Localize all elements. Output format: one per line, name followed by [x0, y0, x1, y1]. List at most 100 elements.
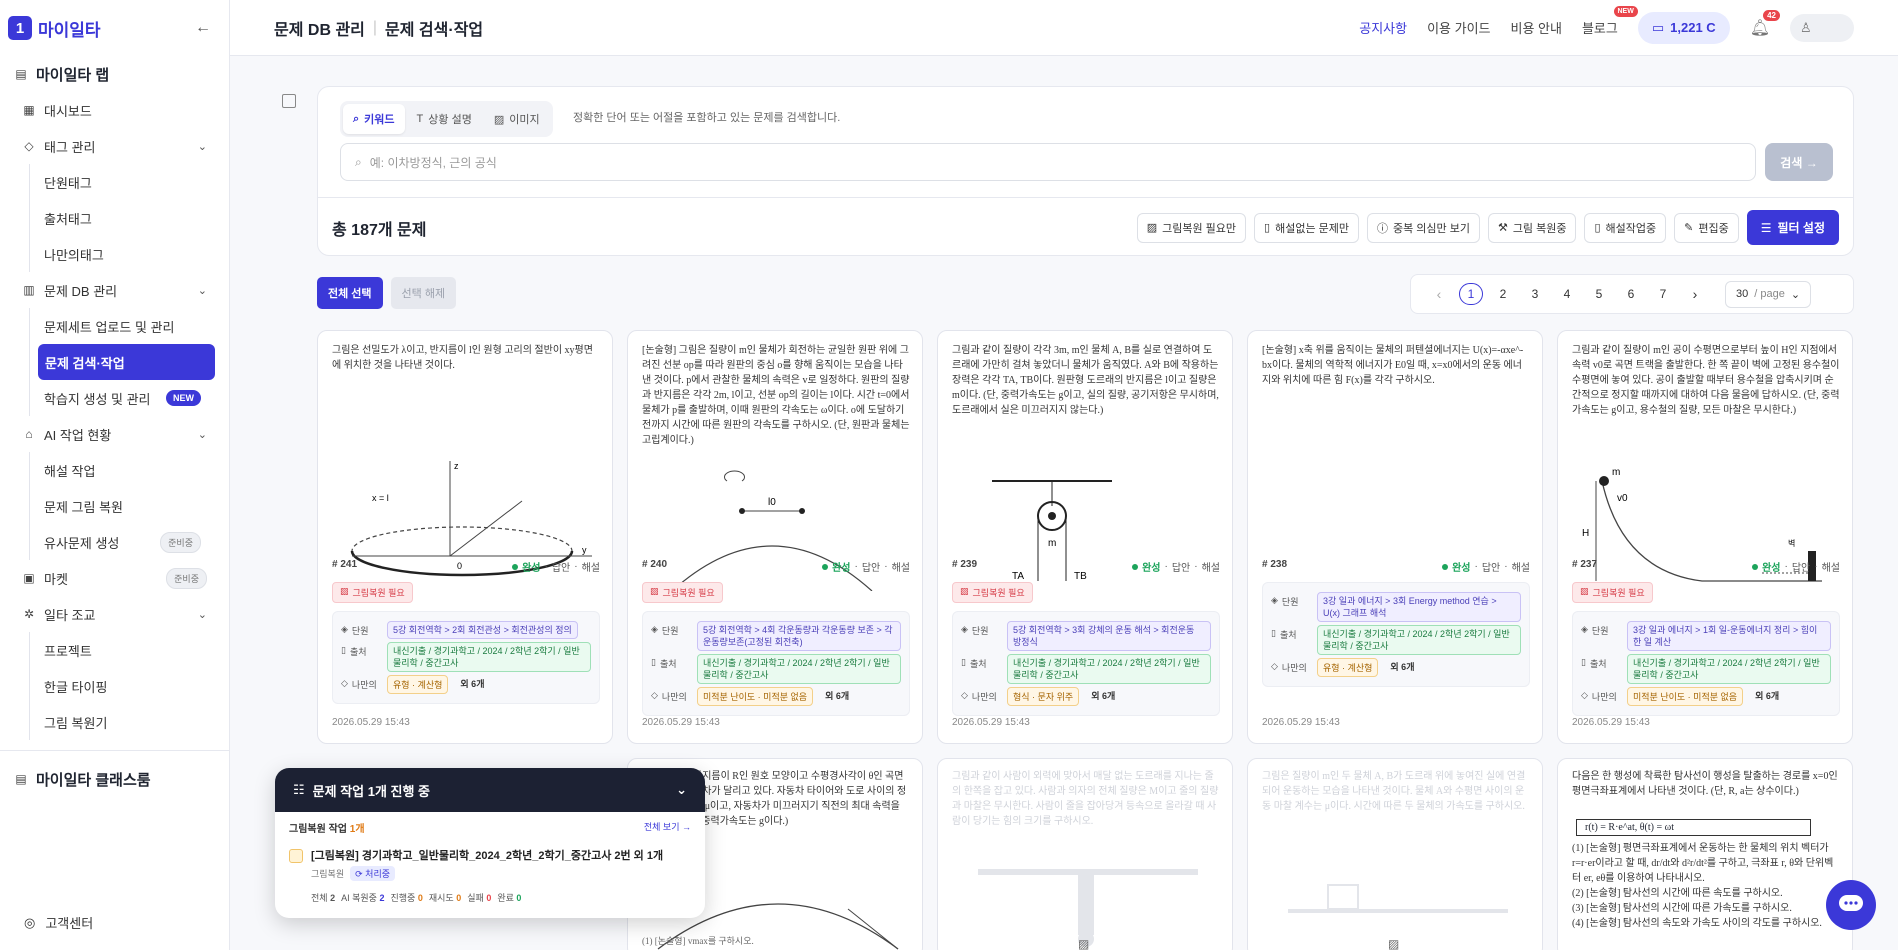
source-tag[interactable]: 내신기출 / 경기과학고 / 2024 / 2학년 2학기 / 일반물리학 / … — [697, 654, 901, 684]
sidebar-subitem-image-restore[interactable]: 문제 그림 복원 — [30, 488, 215, 524]
sidebar-subitem-similar[interactable]: 유사문제 생성 준비중 — [30, 524, 215, 560]
sidebar-item-tutor[interactable]: ✲ 일타 조교 ⌄ — [0, 596, 229, 632]
page-6[interactable]: 6 — [1615, 287, 1647, 301]
my-tag[interactable]: 형식 · 문자 위주 — [1007, 687, 1080, 706]
search-mode-tabs: ⌕ 키워드 T 상황 설명 ▨ 이미지 — [340, 101, 553, 137]
unit-tag[interactable]: 3강 일과 에너지 > 3회 Energy method 연습 > U(x) 그… — [1317, 592, 1521, 622]
sidebar-subitem-my-tag[interactable]: 나만의태그 — [30, 236, 215, 272]
job-panel-header[interactable]: ☷ 문제 작업 1개 진행 중 ⌄ — [275, 768, 705, 812]
sidebar-subitem-hangul-typing[interactable]: 한글 타이핑 — [30, 668, 215, 704]
job-group-label: 그림복원 작업 — [289, 824, 347, 835]
sidebar-subitem-project[interactable]: 프로젝트 — [30, 632, 215, 668]
sidebar-subitem-search[interactable]: 문제 검색·작업 — [38, 344, 215, 380]
breadcrumb-parent[interactable]: 문제 DB 관리 — [274, 16, 365, 40]
source-tag[interactable]: 내신기출 / 경기과학고 / 2024 / 2학년 2학기 / 일반물리학 / … — [387, 642, 591, 672]
sidebar-item-market[interactable]: ▣ 마켓 준비중 — [0, 560, 229, 596]
job-item[interactable]: [그림복원] 경기과학고_일반물리학_2024_2학년_2학기_중간고사 2번 … — [289, 847, 691, 904]
sidebar-subitem-upload[interactable]: 문제세트 업로드 및 관리 — [30, 308, 215, 344]
problem-card-row2[interactable]: 다음은 한 행성에 착륙한 탐사선이 행성을 탈출하는 경로를 x=0인 평면극… — [1557, 758, 1853, 950]
more-tags[interactable]: 외 6개 — [821, 687, 853, 704]
my-tag[interactable]: 유형 · 계산형 — [387, 675, 449, 694]
unit-tag[interactable]: 5강 회전역학 > 2회 회전관성 > 회전관성의 정의 — [387, 621, 578, 639]
tab-situation[interactable]: T 상황 설명 — [407, 104, 482, 134]
image-icon: ▨ — [340, 586, 349, 596]
sidebar-subitem-source-tag[interactable]: 출처태그 — [30, 200, 215, 236]
more-tags[interactable]: 외 6개 — [1386, 658, 1418, 675]
problem-card[interactable]: 그림과 같이 질량이 m인 공이 수평면으로부터 높이 H인 지점에서 속력 v… — [1557, 330, 1853, 744]
unit-tag[interactable]: 3강 일과 에너지 > 1회 일-운동에너지 정리 > 힘이 한 일 계산 — [1627, 621, 1831, 651]
status-label: 완성 — [522, 563, 541, 574]
nav-blog[interactable]: 블로그 NEW — [1582, 6, 1638, 37]
classroom-section[interactable]: ▤ 마이일타 클래스룸 — [0, 761, 229, 797]
chip-no-solution[interactable]: ▯ 해설없는 문제만 — [1254, 212, 1359, 243]
unit-tag[interactable]: 5강 회전역학 > 4회 각운동량과 각운동량 보존 > 각운동량보존(고정된 … — [697, 621, 901, 651]
chevron-down-icon[interactable]: ⌄ — [676, 782, 687, 798]
nav-notice[interactable]: 공지사항 — [1359, 18, 1407, 37]
logo[interactable]: 1 마이일타 — [8, 16, 101, 41]
sidebar-item-dashboard[interactable]: ▦ 대시보드 — [0, 92, 229, 128]
prev-page-icon[interactable]: ‹ — [1423, 286, 1455, 302]
coming-soon-badge: 준비중 — [160, 531, 201, 553]
more-tags[interactable]: 외 6개 — [456, 675, 488, 692]
sidebar-item-ai-jobs[interactable]: ⌂ AI 작업 현황 ⌄ — [0, 416, 229, 452]
chip-restoring[interactable]: ⚒ 그림 복원중 — [1487, 212, 1577, 243]
clear-selection-button[interactable]: 선택 해제 — [390, 277, 457, 309]
page-size-select[interactable]: 30 / page ⌄ — [1725, 280, 1812, 308]
my-tag[interactable]: 미적분 난이도 · 미적분 없음 — [1627, 687, 1744, 706]
source-tag[interactable]: 내신기출 / 경기과학고 / 2024 / 2학년 2학기 / 일반물리학 / … — [1317, 625, 1521, 655]
problem-card-row2[interactable]: 그림은 질량이 m인 두 물체 A, B가 도르래 위에 놓여진 실에 연결되어… — [1247, 758, 1543, 950]
nav-pricing[interactable]: 비용 안내 — [1511, 18, 1562, 37]
search-button[interactable]: 검색 → — [1765, 143, 1833, 181]
more-tags[interactable]: 외 6개 — [1751, 687, 1783, 704]
chip-label: 해설없는 문제만 — [1275, 222, 1349, 235]
problem-card-row2[interactable]: 그림과 같이 사람이 외력에 맞아서 매달 없는 도르래를 지나는 줄의 한쪽을… — [937, 758, 1233, 950]
problem-card[interactable]: 그림은 선밀도가 λ이고, 반지름이 l인 원형 고리의 절반이 xy평면에 위… — [317, 330, 613, 744]
chip-solving[interactable]: ▯ 해설작업중 — [1584, 212, 1667, 243]
unit-tag[interactable]: 5강 회전역학 > 3회 강체의 운동 해석 > 회전운동 방정식 — [1007, 621, 1211, 651]
chip-duplicate[interactable]: ⓘ 중복 의심만 보기 — [1366, 212, 1480, 243]
tab-keyword[interactable]: ⌕ 키워드 — [343, 104, 405, 134]
sidebar-item-problem-db[interactable]: ▥ 문제 DB 관리 ⌄ — [0, 272, 229, 308]
sidebar-subitem-unit-tag[interactable]: 단원태그 — [30, 164, 215, 200]
collapse-sidebar-icon[interactable]: ← — [195, 19, 211, 37]
problem-card[interactable]: 그림과 같이 질량이 각각 3m, m인 물체 A, B를 실로 연결하여 도르… — [937, 330, 1233, 744]
page-7[interactable]: 7 — [1647, 287, 1679, 301]
source-tag[interactable]: 내신기출 / 경기과학고 / 2024 / 2학년 2학기 / 일반물리학 / … — [1007, 654, 1211, 684]
my-tag[interactable]: 유형 · 계산형 — [1317, 658, 1379, 677]
page-4[interactable]: 4 — [1551, 287, 1583, 301]
tab-image[interactable]: ▨ 이미지 — [484, 104, 550, 134]
more-tags[interactable]: 외 6개 — [1087, 687, 1119, 704]
user-menu[interactable]: ♙ — [1790, 13, 1854, 42]
sidebar-subitem-image-restorer[interactable]: 그림 복원기 — [30, 704, 215, 740]
notification-button[interactable]: 🔔︎ 42 — [1750, 9, 1780, 38]
sidebar-subitem-worksheet[interactable]: 학습지 생성 및 관리 NEW — [30, 380, 215, 416]
select-all-button[interactable]: 전체 선택 — [317, 277, 383, 309]
app-section-title[interactable]: ▤ 마이일타 랩 — [0, 56, 229, 92]
tag-line-source: ▯ 출처 내신기출 / 경기과학고 / 2024 / 2학년 2학기 / 일반물리학… — [341, 642, 591, 672]
page-2[interactable]: 2 — [1487, 287, 1519, 301]
problem-card[interactable]: [논술형] 그림은 질량이 m인 물체가 회전하는 균일한 원판 위에 그려진 … — [627, 330, 923, 744]
problem-number: # 237 — [1572, 559, 1598, 570]
chip-editing[interactable]: ✎ 편집중 — [1674, 212, 1739, 243]
image-icon: ▨ — [1146, 222, 1158, 234]
page-3[interactable]: 3 — [1519, 287, 1551, 301]
page-5[interactable]: 5 — [1583, 287, 1615, 301]
chat-button[interactable] — [1826, 880, 1876, 930]
nav-guide[interactable]: 이용 가이드 — [1427, 18, 1490, 37]
source-tag[interactable]: 내신기출 / 경기과학고 / 2024 / 2학년 2학기 / 일반물리학 / … — [1627, 654, 1831, 684]
sidebar-subitem-solution[interactable]: 해설 작업 — [30, 452, 215, 488]
filter-settings-button[interactable]: ☰ 필터 설정 — [1746, 210, 1839, 245]
my-tag[interactable]: 미적분 난이도 · 미적분 없음 — [697, 687, 814, 706]
support-link[interactable]: ◎ 고객센터 — [24, 913, 93, 932]
chip-need-restore[interactable]: ▨ 그림복원 필요만 — [1136, 212, 1247, 243]
next-page-icon[interactable]: › — [1679, 286, 1711, 302]
sidebar-item-tags[interactable]: ◇ 태그 관리 ⌄ — [0, 128, 229, 164]
view-all-link[interactable]: 전체 보기 → — [644, 820, 691, 835]
panel-toggle-icon[interactable] — [282, 94, 296, 108]
page-1[interactable]: 1 — [1459, 283, 1483, 305]
search-input[interactable]: ⌕ 예: 이차방정식, 근의 공식 — [340, 143, 1756, 181]
layers-icon: ◈ — [341, 624, 348, 634]
credit-balance[interactable]: ▭ 1,221 C — [1637, 11, 1730, 44]
problem-card[interactable]: [논술형] x축 위를 움직이는 물체의 퍼텐셜에너지는 U(x)=-αxe^-… — [1247, 330, 1543, 744]
classroom-label: 마이일타 클래스룸 — [36, 771, 151, 789]
